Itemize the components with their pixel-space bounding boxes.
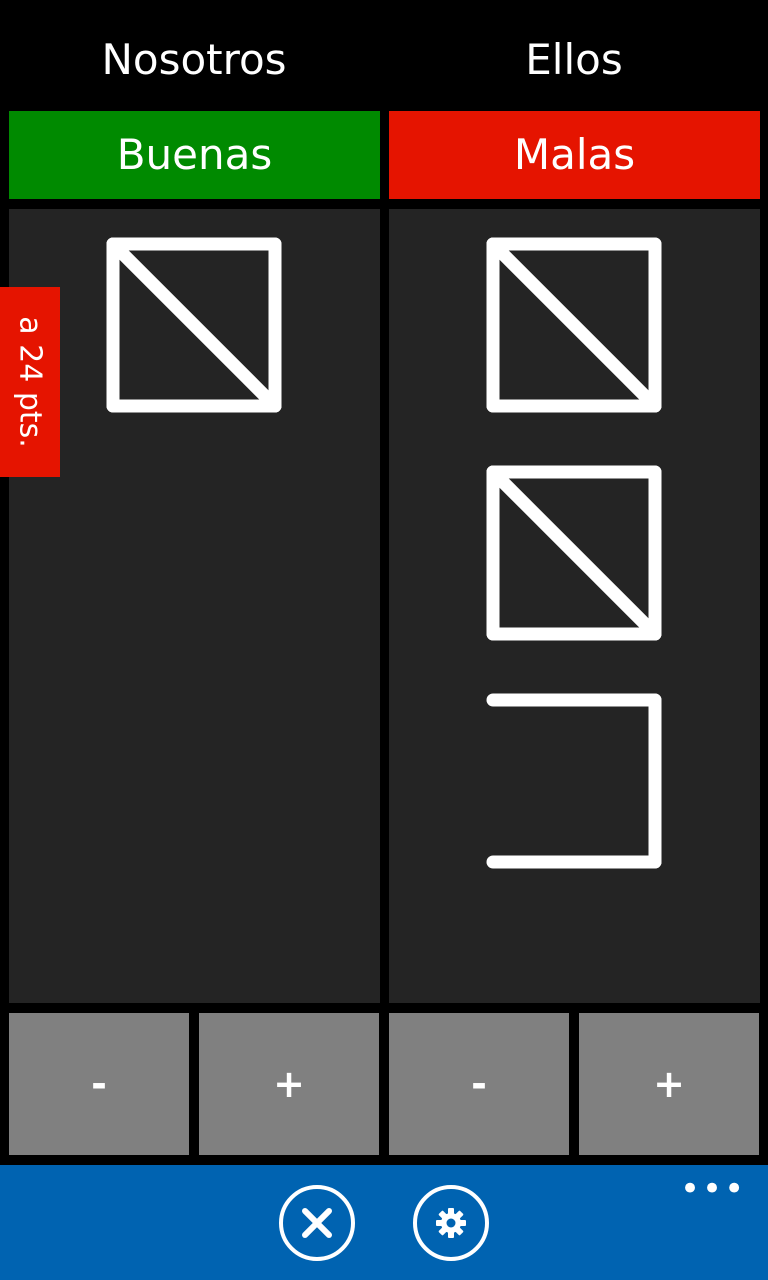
left-tally-stroke <box>106 237 282 413</box>
more-options-button[interactable]: ••• <box>680 1171 744 1207</box>
tally-marks-left <box>106 237 282 413</box>
close-button[interactable] <box>279 1185 355 1261</box>
right-tally-stroke <box>486 465 662 641</box>
left-plus-button[interactable]: + <box>199 1013 379 1155</box>
score-board-left <box>9 209 380 1003</box>
score-board-right <box>389 209 760 1003</box>
tally-marks-right <box>486 237 662 869</box>
goal-tab-label: a 24 pts. <box>12 316 48 448</box>
status-badge-left: Buenas <box>9 111 380 199</box>
status-badge-right: Malas <box>389 111 760 199</box>
close-icon <box>302 1208 332 1238</box>
right-minus-button[interactable]: - <box>389 1013 569 1155</box>
right-plus-button[interactable]: + <box>579 1013 759 1155</box>
app-bar: ••• <box>0 1165 768 1280</box>
goal-tab[interactable]: a 24 pts. <box>0 287 60 477</box>
settings-button[interactable] <box>413 1185 489 1261</box>
left-minus-button[interactable]: - <box>9 1013 189 1155</box>
gear-icon <box>436 1208 466 1238</box>
team-name-right: Ellos <box>525 35 623 84</box>
right-tally-stroke <box>486 237 662 413</box>
team-name-left: Nosotros <box>101 35 287 84</box>
